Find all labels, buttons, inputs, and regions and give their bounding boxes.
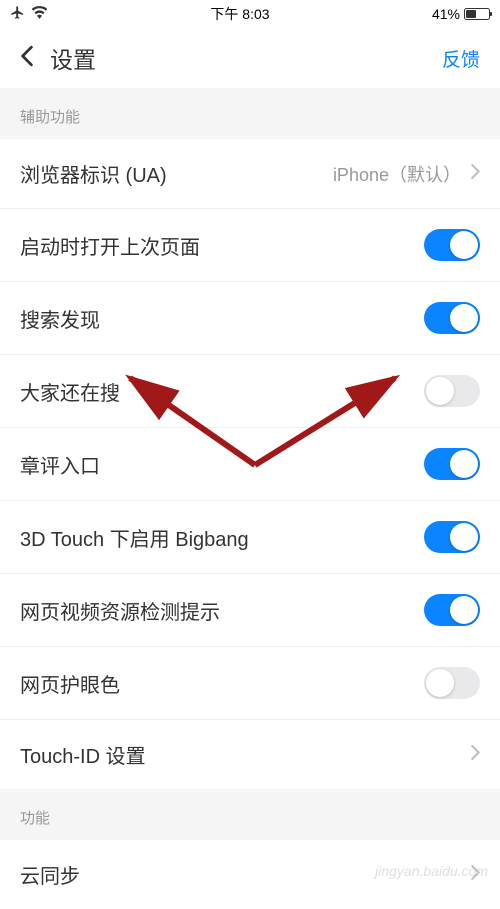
toggle-search-discovery[interactable] bbox=[424, 302, 480, 334]
row-label: 大家还在搜 bbox=[20, 377, 120, 406]
section-accessibility: 辅助功能 bbox=[0, 88, 500, 139]
wifi-icon bbox=[31, 6, 48, 22]
toggle-chapter-comments[interactable] bbox=[424, 448, 480, 480]
chevron-right-icon bbox=[471, 865, 480, 885]
row-label: 搜索发现 bbox=[20, 304, 100, 333]
row-label: Touch-ID 设置 bbox=[20, 740, 146, 769]
toggle-people-searching[interactable] bbox=[424, 375, 480, 407]
row-chapter-comments: 章评入口 bbox=[0, 428, 500, 501]
row-label: 云同步 bbox=[20, 860, 80, 889]
battery-percentage: 41% bbox=[432, 6, 460, 22]
row-label: 网页护眼色 bbox=[20, 669, 120, 698]
row-people-searching: 大家还在搜 bbox=[0, 355, 500, 428]
chevron-right-icon bbox=[471, 164, 480, 184]
row-restore-tabs: 启动时打开上次页面 bbox=[0, 209, 500, 282]
row-search-discovery: 搜索发现 bbox=[0, 282, 500, 355]
row-label: 章评入口 bbox=[20, 450, 100, 479]
row-browser-ua[interactable]: 浏览器标识 (UA) iPhone（默认） bbox=[0, 139, 500, 209]
toggle-restore-tabs[interactable] bbox=[424, 229, 480, 261]
row-video-detect: 网页视频资源检测提示 bbox=[0, 574, 500, 647]
toggle-eye-protect[interactable] bbox=[424, 667, 480, 699]
row-value: iPhone（默认） bbox=[333, 161, 461, 187]
section-features: 功能 bbox=[0, 789, 500, 840]
row-label: 启动时打开上次页面 bbox=[20, 231, 200, 260]
back-icon[interactable] bbox=[20, 45, 34, 72]
toggle-video-detect[interactable] bbox=[424, 594, 480, 626]
row-label: 浏览器标识 (UA) bbox=[20, 159, 167, 188]
row-label: 网页视频资源检测提示 bbox=[20, 596, 220, 625]
chevron-right-icon bbox=[471, 745, 480, 765]
toggle-bigbang[interactable] bbox=[424, 521, 480, 553]
airplane-icon bbox=[10, 5, 25, 23]
row-cloud-sync[interactable]: 云同步 bbox=[0, 840, 500, 909]
status-time: 下午 8:03 bbox=[210, 4, 269, 24]
battery-icon bbox=[464, 8, 490, 20]
row-touch-id[interactable]: Touch-ID 设置 bbox=[0, 720, 500, 789]
feedback-button[interactable]: 反馈 bbox=[442, 45, 480, 72]
page-title: 设置 bbox=[50, 41, 96, 75]
row-label: 3D Touch 下启用 Bigbang bbox=[20, 523, 249, 552]
row-eye-protect: 网页护眼色 bbox=[0, 647, 500, 720]
row-bigbang: 3D Touch 下启用 Bigbang bbox=[0, 501, 500, 574]
